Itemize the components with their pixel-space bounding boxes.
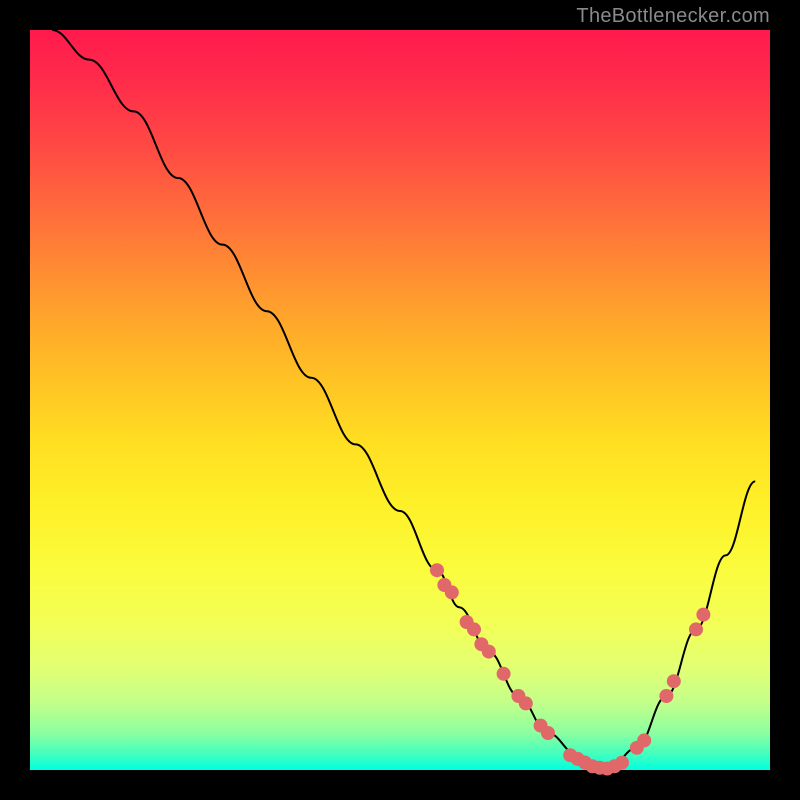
bottleneck-curve xyxy=(52,30,755,770)
data-point xyxy=(659,689,673,703)
data-markers xyxy=(430,563,710,775)
data-point xyxy=(696,608,710,622)
attribution-text: TheBottlenecker.com xyxy=(576,5,770,28)
data-point xyxy=(445,585,459,599)
chart-frame: TheBottlenecker.com xyxy=(0,0,800,800)
data-point xyxy=(615,756,629,770)
data-point xyxy=(637,733,651,747)
data-point xyxy=(497,667,511,681)
data-point xyxy=(430,563,444,577)
data-point xyxy=(689,622,703,636)
data-point xyxy=(667,674,681,688)
data-point xyxy=(541,726,555,740)
data-point xyxy=(519,696,533,710)
data-point xyxy=(482,645,496,659)
data-point xyxy=(467,622,481,636)
curve-layer xyxy=(30,30,770,770)
